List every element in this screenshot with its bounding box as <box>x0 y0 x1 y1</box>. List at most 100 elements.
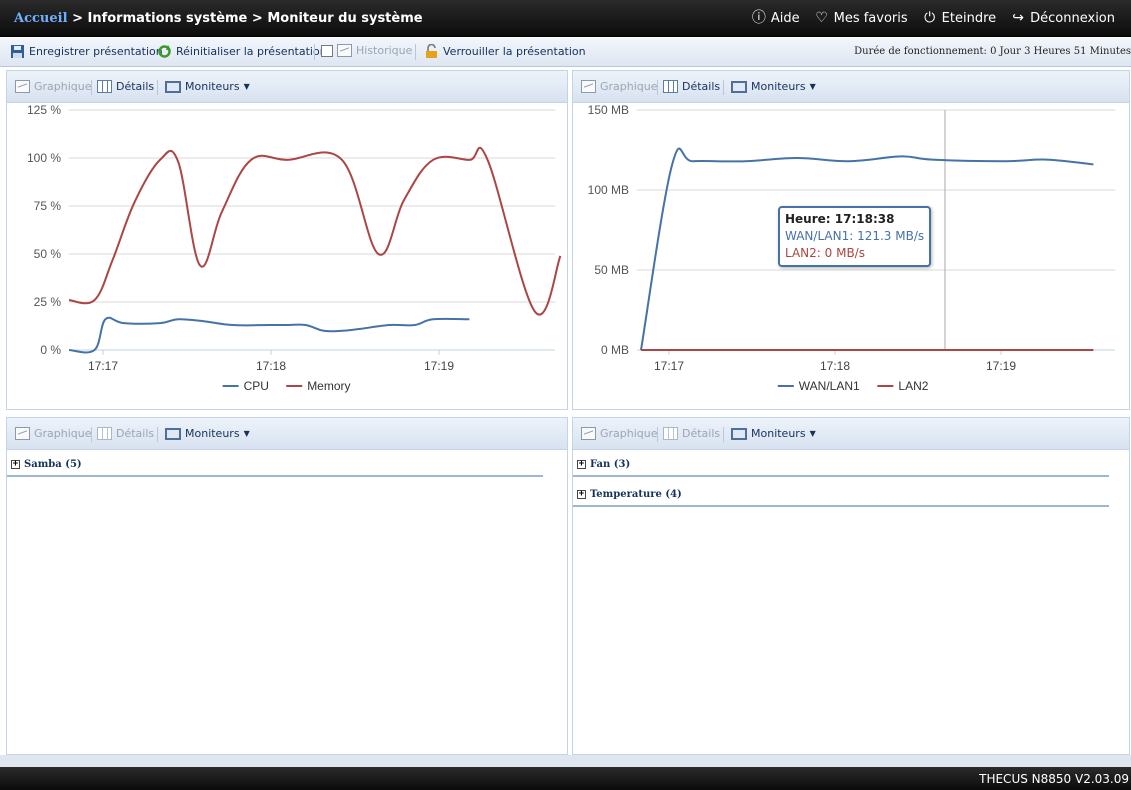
monitors-dropdown[interactable]: Moniteurs ▼ <box>731 427 816 440</box>
y-tick-label: 0 MB <box>601 343 629 357</box>
version-label: THECUS N8850 V2.03.09 <box>979 772 1129 786</box>
legend-label[interactable]: WAN/LAN1 <box>799 379 860 393</box>
legend-label[interactable]: LAN2 <box>898 379 928 393</box>
legend-label[interactable]: CPU <box>244 379 269 393</box>
fan-tree-node[interactable]: + Fan (3) <box>577 459 630 470</box>
expand-icon: + <box>577 489 586 499</box>
x-tick-label: 17:17 <box>654 359 684 373</box>
shutdown-label: Eteindre <box>941 10 997 26</box>
table-icon <box>97 80 112 93</box>
samba-panel: Graphique Détails Moniteurs ▼ + Samba (5) <box>6 417 568 755</box>
panel-toolbar: Graphique Détails Moniteurs ▼ <box>573 71 1129 103</box>
history-button[interactable]: Historique <box>321 44 412 57</box>
details-button[interactable]: Détails <box>663 80 720 93</box>
toolbar: Enregistrer présentation Réinitialiser l… <box>0 38 1131 67</box>
tooltip-lan2: LAN2: 0 MB/s <box>785 246 865 260</box>
logout-icon: ↪ <box>1012 10 1024 26</box>
reset-layout-button[interactable]: Réinitialiser la présentation <box>157 44 327 59</box>
tooltip-wan-lan1: WAN/LAN1: 121.3 MB/s <box>785 229 925 243</box>
table-icon <box>663 427 678 440</box>
monitors-dropdown[interactable]: Moniteurs ▼ <box>165 80 250 93</box>
y-tick-label: 25 % <box>34 295 62 309</box>
uptime-label: Durée de fonctionnement: <box>854 46 987 57</box>
series-line-cpu[interactable] <box>68 316 470 354</box>
bottom-gutter <box>0 755 1131 767</box>
x-tick-label: 17:18 <box>820 359 850 373</box>
monitor-icon <box>165 427 181 440</box>
monitor-icon <box>731 80 747 93</box>
save-icon <box>11 45 24 58</box>
y-tick-label: 125 % <box>27 104 61 117</box>
dropdown-caret-icon: ▼ <box>243 82 250 91</box>
top-bar: Accueil > Informations système > Moniteu… <box>0 0 1131 37</box>
details-button[interactable]: Détails <box>97 80 154 93</box>
refresh-icon <box>158 45 171 58</box>
monitor-icon <box>165 80 181 93</box>
logout-label: Déconnexion <box>1030 10 1115 26</box>
x-tick-label: 17:17 <box>88 359 118 373</box>
chart-icon <box>15 427 30 440</box>
lock-layout-button[interactable]: Verrouiller la présentation <box>424 44 586 59</box>
chart-icon <box>581 80 596 93</box>
temperature-tree-node[interactable]: + Temperature (4) <box>577 489 682 500</box>
table-icon <box>663 80 678 93</box>
expand-icon: + <box>577 459 586 469</box>
help-button[interactable]: ⓘ Aide <box>751 10 800 26</box>
details-button[interactable]: Détails <box>663 427 720 440</box>
x-tick-label: 17:18 <box>256 359 286 373</box>
shutdown-button[interactable]: ⏻ Eteindre <box>922 10 996 26</box>
panel-toolbar: Graphique Détails Moniteurs ▼ <box>7 71 567 103</box>
save-layout-button[interactable]: Enregistrer présentation <box>10 44 163 59</box>
monitors-dropdown[interactable]: Moniteurs ▼ <box>165 427 250 440</box>
breadcrumb-separator: > <box>251 11 263 26</box>
x-tick-label: 17:19 <box>986 359 1016 373</box>
samba-tree-node[interactable]: + Samba (5) <box>11 459 82 470</box>
graph-button[interactable]: Graphique <box>15 80 92 93</box>
breadcrumb-current: Moniteur du système <box>267 11 423 26</box>
history-chart-icon <box>337 44 352 57</box>
dropdown-caret-icon: ▼ <box>809 429 816 438</box>
monitors-dropdown[interactable]: Moniteurs ▼ <box>731 80 816 93</box>
y-tick-label: 50 MB <box>594 263 629 277</box>
graph-button[interactable]: Graphique <box>581 427 658 440</box>
hardware-panel: Graphique Détails Moniteurs ▼ + Fan (3) +… <box>572 417 1130 755</box>
breadcrumb-system-info[interactable]: Informations système <box>88 11 248 26</box>
logout-button[interactable]: ↪ Déconnexion <box>1010 10 1115 26</box>
series-line-memory[interactable] <box>68 146 562 316</box>
favorites-button[interactable]: ♡ Mes favoris <box>814 10 907 26</box>
lock-icon <box>426 44 437 58</box>
chart-icon <box>15 80 30 93</box>
dropdown-caret-icon: ▼ <box>243 429 250 438</box>
expand-icon: + <box>11 459 20 469</box>
panel-toolbar: Graphique Détails Moniteurs ▼ <box>7 418 567 450</box>
chart-area: 125 % 100 % 75 % 50 % 25 % 0 % 17:17 17:18 17:19… <box>7 104 567 409</box>
legend-label[interactable]: Memory <box>307 379 350 393</box>
tooltip-title: Heure: 17:18:38 <box>785 212 895 226</box>
dropdown-caret-icon: ▼ <box>809 82 816 91</box>
x-tick-label: 17:19 <box>424 359 454 373</box>
uptime: Durée de fonctionnement: 0 Jour 3 Heures… <box>854 46 1131 57</box>
footer-bar: THECUS N8850 V2.03.09 <box>0 767 1131 790</box>
checkbox-icon <box>321 44 333 57</box>
help-label: Aide <box>770 10 800 26</box>
graph-button[interactable]: Graphique <box>15 427 92 440</box>
breadcrumb-home[interactable]: Accueil <box>14 11 68 26</box>
y-tick-label: 0 % <box>40 343 61 357</box>
graph-button[interactable]: Graphique <box>581 80 658 93</box>
heart-icon: ♡ <box>815 10 828 26</box>
table-icon <box>97 427 112 440</box>
chart-icon <box>581 427 596 440</box>
network-panel: Graphique Détails Moniteurs ▼ 150 MB 100 M… <box>572 70 1130 410</box>
uptime-value: 0 Jour 3 Heures 51 Minutes <box>990 46 1131 57</box>
y-tick-label: 150 MB <box>588 104 629 117</box>
y-tick-label: 100 % <box>27 151 61 165</box>
panel-toolbar: Graphique Détails Moniteurs ▼ <box>573 418 1129 450</box>
power-icon: ⏻ <box>924 10 936 26</box>
y-tick-label: 100 MB <box>588 183 629 197</box>
breadcrumb: Accueil > Informations système > Moniteu… <box>14 11 423 26</box>
breadcrumb-separator: > <box>72 11 83 26</box>
details-button[interactable]: Détails <box>97 427 154 440</box>
y-tick-label: 75 % <box>34 199 62 213</box>
monitor-icon <box>731 427 747 440</box>
chart-area: 150 MB 100 MB 50 MB 0 MB 17:17 17:18 17:19 WAN/… <box>573 104 1129 409</box>
